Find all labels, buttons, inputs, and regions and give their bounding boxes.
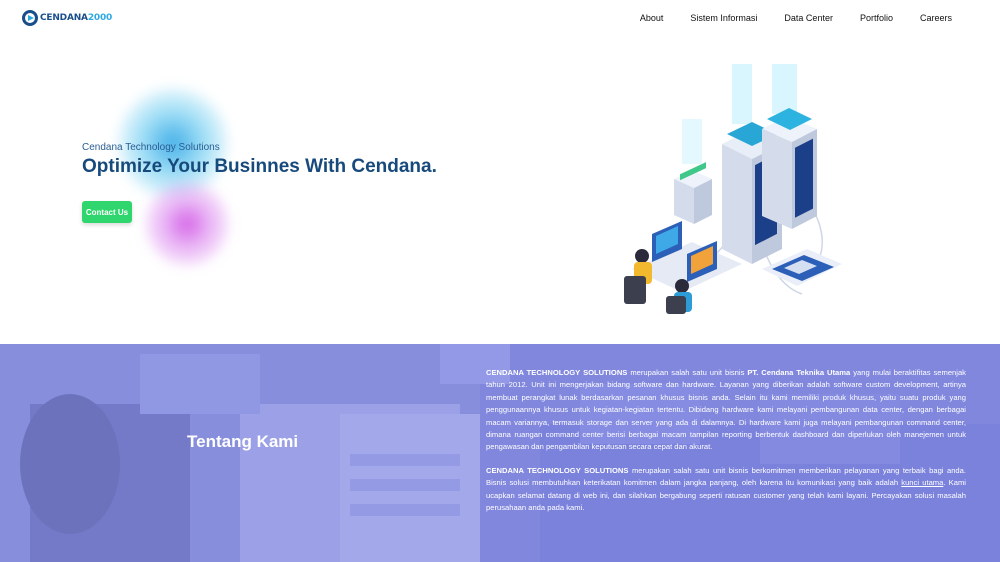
nav-item-about[interactable]: About — [640, 13, 664, 23]
logo-text: CENDANA2000 — [40, 13, 113, 23]
about-p1-mid: merupakan salah satu unit bisnis — [627, 368, 748, 377]
server-illustration — [624, 64, 842, 314]
about-section: Tentang Kami CENDANA TECHNOLOGY SOLUTION… — [0, 344, 1000, 562]
about-p1-company: PT. Cendana Teknika Utama — [747, 368, 851, 377]
site-logo[interactable]: CENDANA2000 — [22, 10, 112, 26]
hero-eyebrow: Cendana Technology Solutions — [82, 142, 220, 153]
about-text: CENDANA TECHNOLOGY SOLUTIONS merupakan s… — [486, 367, 966, 525]
main-nav: About Sistem Informasi Data Center Portf… — [613, 13, 952, 23]
kunci-utama-link[interactable]: kunci utama — [901, 478, 943, 487]
contact-us-button[interactable]: Contact Us — [82, 201, 132, 223]
nav-item-careers[interactable]: Careers — [920, 13, 952, 23]
about-p1-lead: CENDANA TECHNOLOGY SOLUTIONS — [486, 368, 628, 377]
about-p1-rest: yang mulai beraktifitas semenjak tahun 2… — [486, 368, 966, 452]
about-p2-lead: CENDANA TECHNOLOGY SOLUTIONS — [486, 465, 629, 475]
nav-item-portfolio[interactable]: Portfolio — [860, 13, 893, 23]
about-title: Tentang Kami — [187, 432, 299, 451]
about-paragraph-2: CENDANA TECHNOLOGY SOLUTIONS merupakan s… — [486, 465, 966, 515]
nav-item-sistem-informasi[interactable]: Sistem Informasi — [690, 13, 757, 23]
logo-mark-icon — [22, 10, 38, 26]
decorative-blob-pink — [146, 183, 228, 265]
about-paragraph-1: CENDANA TECHNOLOGY SOLUTIONS merupakan s… — [486, 367, 966, 454]
hero-title: Optimize Your Businnes With Cendana. — [82, 156, 437, 177]
nav-item-data-center[interactable]: Data Center — [784, 13, 833, 23]
navbar: CENDANA2000 About Sistem Informasi Data … — [0, 0, 1000, 38]
hero-section: Cendana Technology Solutions Optimize Yo… — [0, 38, 1000, 344]
